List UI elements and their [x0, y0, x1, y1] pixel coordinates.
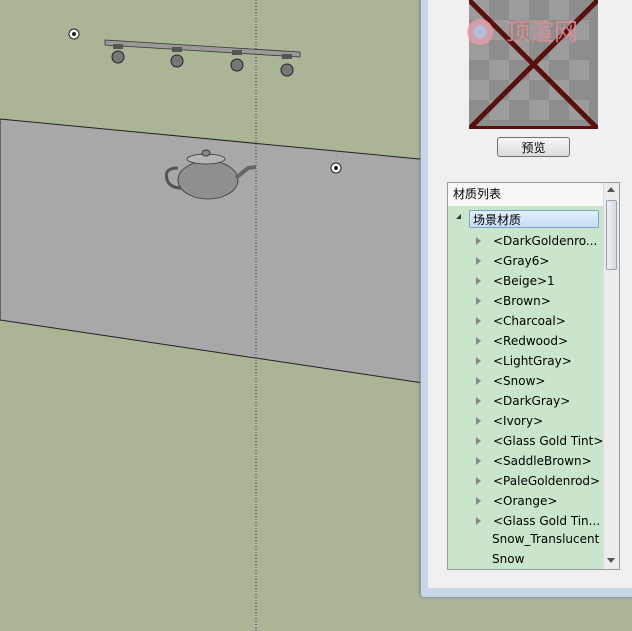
light-marker-icon[interactable]: [330, 162, 342, 174]
material-list-panel: 材质列表 场景材质 <DarkGoldenro... <Gray6> <Beig…: [447, 182, 620, 570]
collapsed-triangle-icon[interactable]: [476, 237, 481, 245]
tree-root-label: 场景材质: [469, 210, 599, 228]
collapsed-triangle-icon[interactable]: [476, 417, 481, 425]
light-marker-icon[interactable]: [68, 28, 80, 40]
list-scrollbar[interactable]: [603, 183, 619, 569]
collapsed-triangle-icon[interactable]: [476, 277, 481, 285]
scroll-up-icon[interactable]: [607, 187, 615, 192]
collapsed-triangle-icon[interactable]: [476, 437, 481, 445]
scroll-down-icon[interactable]: [607, 558, 615, 563]
collapsed-triangle-icon[interactable]: [476, 337, 481, 345]
preview-button[interactable]: 预览: [497, 137, 570, 157]
collapsed-triangle-icon[interactable]: [476, 497, 481, 505]
collapsed-triangle-icon[interactable]: [476, 297, 481, 305]
collapsed-triangle-icon[interactable]: [476, 377, 481, 385]
collapsed-triangle-icon[interactable]: [476, 517, 481, 525]
collapsed-triangle-icon[interactable]: [476, 477, 481, 485]
collapsed-triangle-icon[interactable]: [476, 397, 481, 405]
collapsed-triangle-icon[interactable]: [476, 457, 481, 465]
collapsed-triangle-icon[interactable]: [476, 257, 481, 265]
collapsed-triangle-icon[interactable]: [476, 317, 481, 325]
collapsed-triangle-icon[interactable]: [476, 357, 481, 365]
scroll-thumb[interactable]: [606, 200, 617, 270]
svg-text:顶渲网: 顶渲网: [506, 18, 578, 46]
watermark-logo: 顶渲网: [456, 6, 616, 54]
material-list-header: 材质列表: [448, 183, 603, 206]
expanded-triangle-icon[interactable]: [456, 214, 461, 219]
